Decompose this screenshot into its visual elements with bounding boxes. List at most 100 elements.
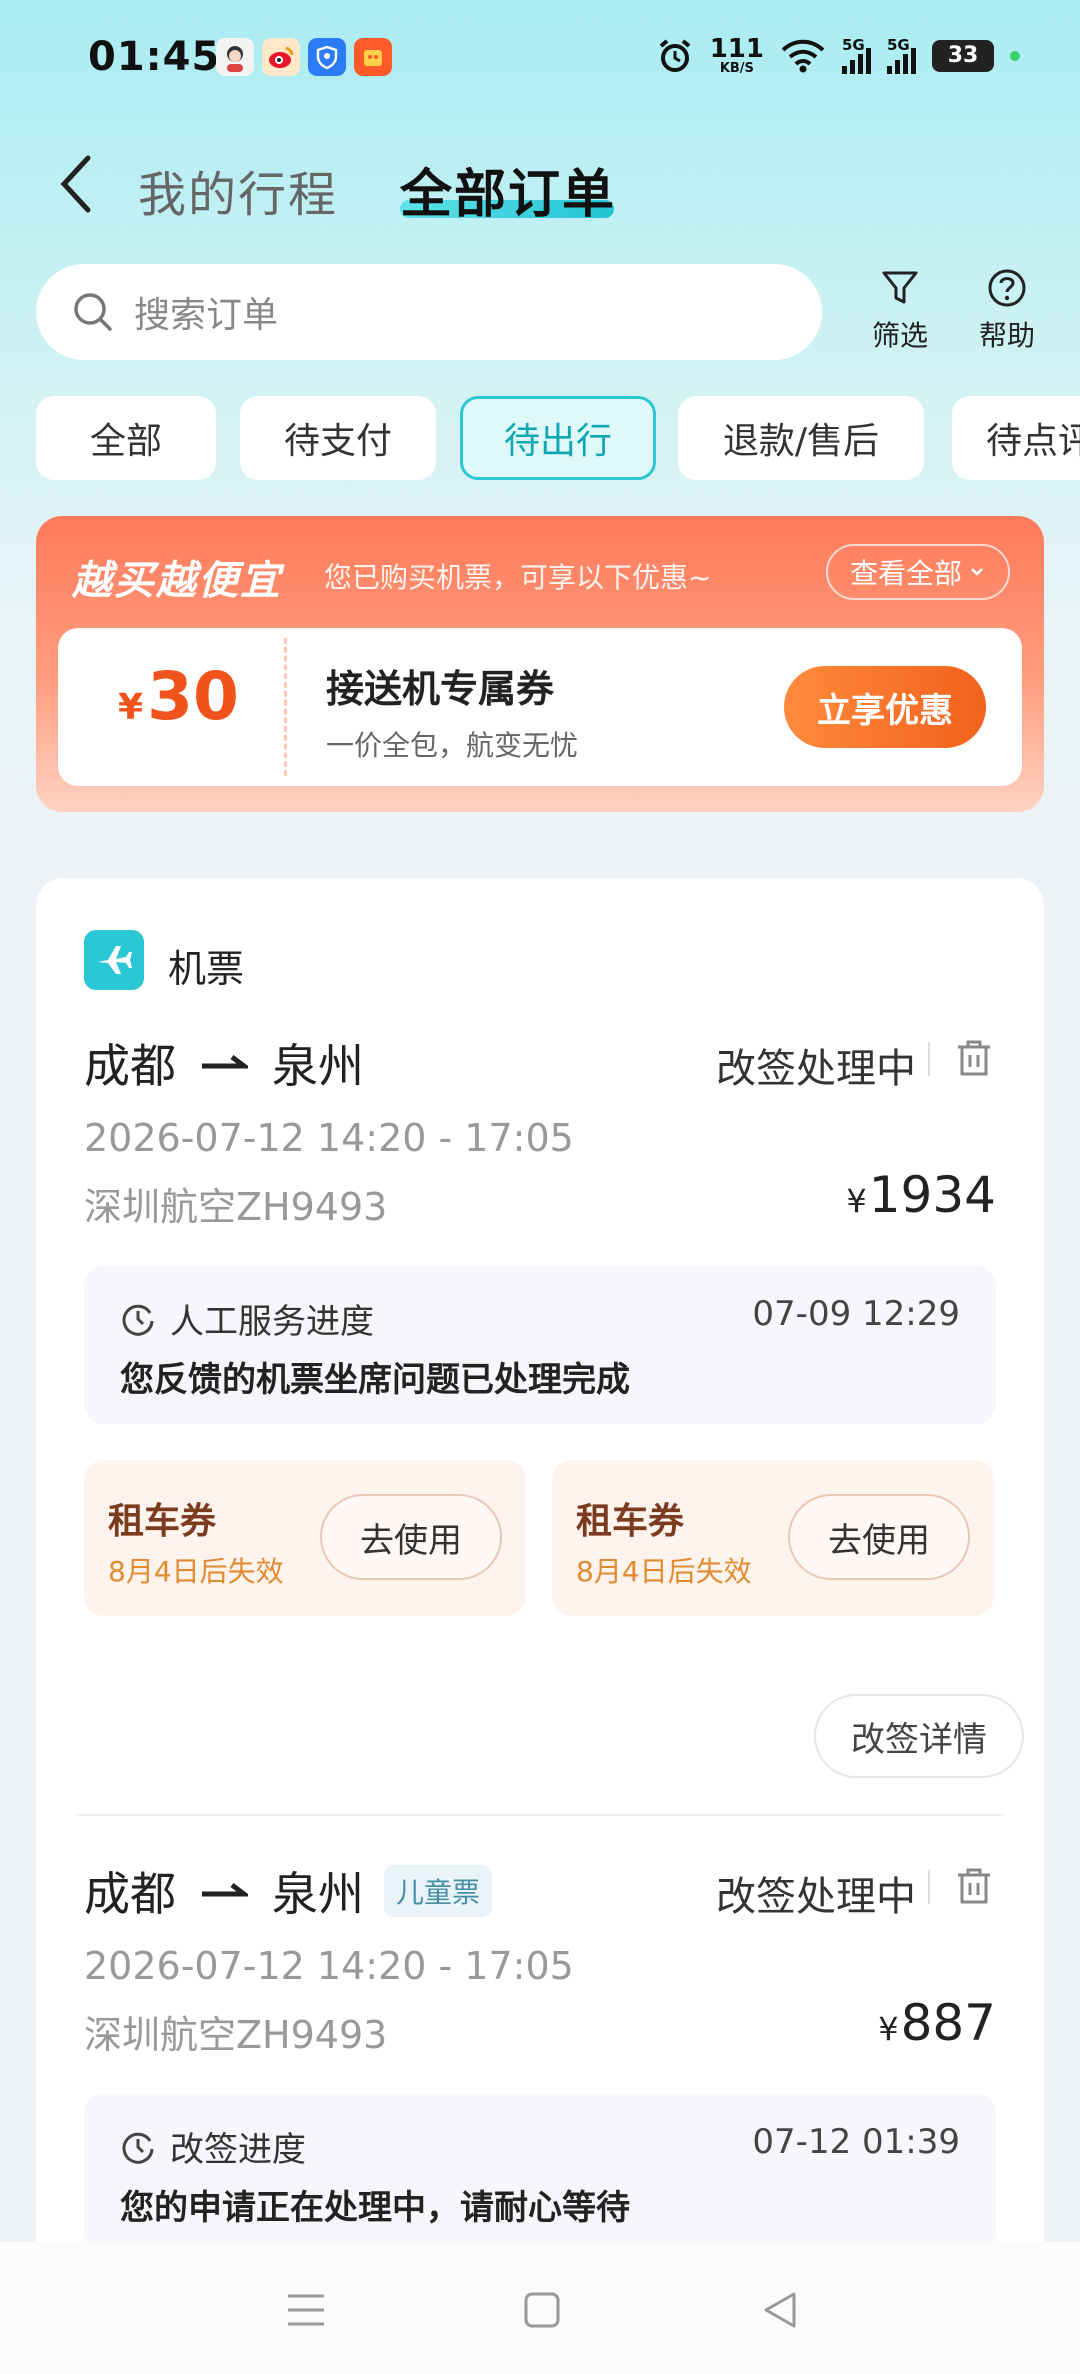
- destination-city: 泉州: [272, 1867, 364, 1921]
- wifi-icon: [781, 39, 825, 72]
- chip-pending-payment[interactable]: 待支付: [240, 396, 436, 480]
- order-status: 改签处理中: [716, 1874, 916, 1920]
- use-coupon-button[interactable]: 去使用: [788, 1494, 970, 1580]
- origin-city: 成都: [84, 1039, 176, 1093]
- child-ticket-badge: 儿童票: [384, 1865, 493, 1917]
- battery-icon: 33: [932, 39, 994, 72]
- back-nav-button[interactable]: [750, 2280, 810, 2340]
- status-bar: 01:45 111 KB/S 5G 5G 33: [0, 0, 1080, 120]
- privacy-dot-icon: [1010, 50, 1020, 61]
- origin-city: 成都: [84, 1867, 176, 1921]
- divider: [76, 1814, 1004, 1816]
- tab-all-orders[interactable]: 全部订单: [400, 152, 616, 227]
- progress-time: 07-12 01:39: [752, 2122, 960, 2162]
- trash-icon: [958, 1868, 990, 1904]
- search-input[interactable]: 搜索订单: [36, 264, 822, 360]
- alarm-icon: [659, 38, 690, 72]
- price-currency: ¥: [878, 2010, 899, 2048]
- price-value: 887: [900, 1994, 996, 2052]
- view-all-label: 查看全部: [849, 557, 962, 590]
- use-coupon-button[interactable]: 去使用: [320, 1494, 502, 1580]
- coupon-value: 30: [147, 658, 239, 735]
- coupon-title: 接送机专属券: [326, 667, 555, 711]
- clock-icon: [122, 2132, 154, 2164]
- service-progress[interactable]: 人工服务进度 07-09 12:29 您反馈的机票坐席问题已处理完成: [84, 1266, 996, 1424]
- menu-icon: [288, 2294, 324, 2326]
- square-icon: [524, 2292, 560, 2328]
- view-all-button[interactable]: 查看全部: [825, 544, 1010, 600]
- route-arrow-icon: [202, 1055, 248, 1069]
- change-progress[interactable]: 改签进度 07-12 01:39 您的申请正在处理中，请耐心等待: [84, 2094, 996, 2252]
- shield-app-icon: [308, 38, 346, 76]
- search-placeholder: 搜索订单: [134, 295, 279, 336]
- signal-1-label: 5G: [842, 35, 865, 54]
- coupon-currency: ¥: [118, 687, 144, 728]
- back-button[interactable]: [52, 152, 104, 216]
- delete-button[interactable]: [954, 1866, 994, 1908]
- coupon-card[interactable]: ¥30 接送机专属券 一价全包，航变无忧 立享优惠: [58, 628, 1022, 786]
- tab-my-trips[interactable]: 我的行程: [138, 155, 338, 225]
- rental-coupon-expiry: 8月4日后失效: [108, 1555, 284, 1588]
- rental-coupon-expiry: 8月4日后失效: [576, 1555, 752, 1588]
- filter-label: 筛选: [871, 319, 928, 352]
- price-value: 1934: [868, 1166, 996, 1224]
- route: 成都 泉州: [84, 1030, 364, 1096]
- price-currency: ¥: [846, 1182, 867, 1220]
- change-details-button[interactable]: 改签详情: [814, 1694, 1024, 1778]
- progress-time: 07-09 12:29: [752, 1294, 960, 1334]
- rental-coupon-title: 租车券: [576, 1501, 685, 1542]
- delete-button[interactable]: [954, 1038, 994, 1080]
- route-arrow-icon: [202, 1883, 248, 1897]
- rental-coupon: 租车券 8月4日后失效 去使用: [84, 1460, 526, 1616]
- separator: [928, 1042, 930, 1076]
- net-speed-value: 111: [709, 34, 764, 64]
- order-price: ¥1934: [846, 1166, 996, 1224]
- separator: [928, 1870, 930, 1904]
- progress-title: 人工服务进度: [120, 1294, 374, 1343]
- flight-datetime: 2026-07-12 14:20 - 17:05: [84, 1116, 574, 1160]
- chip-pending-travel[interactable]: 待出行: [460, 396, 656, 480]
- help-icon: [988, 269, 1026, 307]
- flight-number: 深圳航空ZH9493: [84, 2013, 388, 2057]
- filter-button[interactable]: 筛选: [855, 268, 945, 354]
- coupon-divider: [284, 638, 287, 776]
- chevron-down-icon: [971, 568, 983, 576]
- status-indicators: 111 KB/S 5G 5G 33: [656, 36, 1020, 75]
- flight-datetime: 2026-07-12 14:20 - 17:05: [84, 1944, 574, 1988]
- coupon-description: 一价全包，航变无忧: [326, 729, 579, 762]
- rental-coupon: 租车券 8月4日后失效 去使用: [552, 1460, 994, 1616]
- coupon-amount: ¥30: [118, 658, 239, 735]
- destination-city: 泉州: [272, 1039, 364, 1093]
- progress-message: 您反馈的机票坐席问题已处理完成: [120, 1360, 630, 1400]
- chevron-left-icon: [60, 155, 91, 213]
- progress-title: 改签进度: [120, 2122, 306, 2171]
- notification-icons: [216, 38, 392, 76]
- status-time: 01:45: [88, 34, 221, 80]
- claim-coupon-button[interactable]: 立享优惠: [784, 666, 986, 748]
- weibo-app-icon: [262, 38, 300, 76]
- filter-icon: [882, 271, 918, 304]
- rental-coupon-title: 租车券: [108, 1501, 217, 1542]
- chip-refund[interactable]: 退款/售后: [678, 396, 924, 480]
- signal-icon-1: 5G: [842, 35, 871, 74]
- home-nav-button[interactable]: [512, 2280, 572, 2340]
- signal-icon-2: 5G: [887, 36, 916, 74]
- progress-title-text: 人工服务进度: [170, 1302, 374, 1342]
- trash-icon: [958, 1040, 990, 1076]
- category-label: 机票: [168, 947, 245, 991]
- promo-title: 越买越便宜: [72, 558, 282, 604]
- progress-message: 您的申请正在处理中，请耐心等待: [120, 2188, 630, 2228]
- search-icon: [74, 293, 112, 331]
- promo-banner: 越买越便宜 您已购买机票，可享以下优惠~ 查看全部 ¥30 接送机专属券 一价全…: [36, 516, 1044, 812]
- order-price: ¥887: [878, 1994, 996, 2052]
- chip-pending-review[interactable]: 待点评: [952, 396, 1080, 480]
- promo-subtitle: 您已购买机票，可享以下优惠~: [324, 561, 712, 594]
- route: 成都 泉州 儿童票: [84, 1858, 493, 1924]
- net-speed-unit: KB/S: [719, 61, 754, 76]
- menu-nav-button[interactable]: [276, 2280, 336, 2340]
- airplane-icon: [84, 930, 144, 990]
- help-button[interactable]: 帮助: [962, 268, 1052, 354]
- help-label: 帮助: [978, 319, 1035, 352]
- chip-all[interactable]: 全部: [36, 396, 216, 480]
- progress-title-text: 改签进度: [170, 2130, 306, 2170]
